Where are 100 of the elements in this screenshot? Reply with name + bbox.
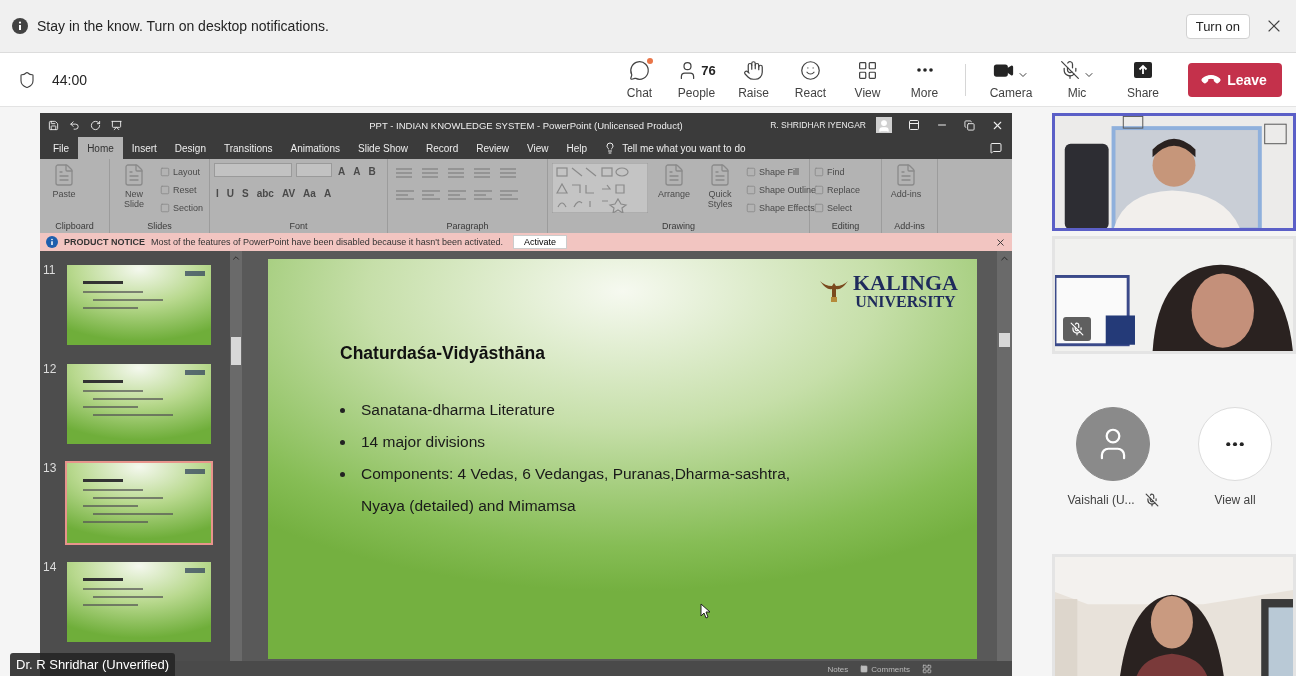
turn-on-button[interactable]: Turn on xyxy=(1185,13,1250,39)
group-label: Editing xyxy=(830,221,861,231)
more-icon xyxy=(916,68,933,72)
square-icon xyxy=(814,203,824,213)
ribbon-tab[interactable]: Design xyxy=(165,137,215,159)
user-name: R. SHRIDHAR IYENGAR xyxy=(770,120,866,130)
close-icon xyxy=(995,236,1006,248)
undo-icon xyxy=(69,119,80,131)
ribbon-button[interactable]: Find xyxy=(814,163,861,181)
slide-number: 11 xyxy=(42,263,57,279)
view-icon xyxy=(922,664,932,674)
notice-title: PRODUCT NOTICE xyxy=(64,237,145,247)
chat-button[interactable]: Chat xyxy=(611,59,668,100)
info-icon xyxy=(12,18,28,34)
slide-thumbnail[interactable] xyxy=(65,560,213,644)
ribbon-button[interactable]: Shape Outline xyxy=(746,181,817,199)
redo-icon xyxy=(90,119,101,131)
presentation-icon xyxy=(111,119,122,131)
share-button[interactable]: Share xyxy=(1110,59,1176,100)
ribbon-tab[interactable]: Home xyxy=(78,137,123,159)
format-button[interactable]: abc xyxy=(254,185,276,201)
more-button[interactable]: More xyxy=(896,59,953,100)
group-label: Add-ins xyxy=(893,221,926,231)
group-label: Paragraph xyxy=(445,221,490,231)
slide-thumbnail[interactable] xyxy=(65,362,213,446)
slide-thumbnail[interactable] xyxy=(65,461,213,545)
ribbon-button[interactable]: Section xyxy=(160,199,204,217)
format-button[interactable]: AV xyxy=(279,185,298,201)
ribbon-tab[interactable]: Review xyxy=(467,137,519,159)
react-button[interactable]: React xyxy=(782,59,839,100)
format-button[interactable]: B xyxy=(366,163,378,179)
ribbon-button[interactable]: Shape Fill xyxy=(746,163,817,181)
grid-icon xyxy=(857,59,878,81)
scroll-thumb[interactable] xyxy=(231,337,241,365)
restore-icon xyxy=(964,119,975,131)
page-icon xyxy=(52,163,76,187)
slide-title: Chaturdaśa-Vidyāsthāna xyxy=(340,343,546,365)
ribbon-button[interactable]: Layout xyxy=(160,163,204,181)
window-title: PPT - INDIAN KNOWLEDGE SYSTEM - PowerPoint (Unlicensed Product) xyxy=(369,119,683,131)
page-icon xyxy=(894,163,918,187)
slide-thumbnail[interactable] xyxy=(65,263,213,347)
square-icon xyxy=(746,185,756,195)
ribbon-button[interactable]: New Slide xyxy=(114,163,154,217)
group-label: Slides xyxy=(146,221,173,231)
mic-off-icon xyxy=(1070,322,1084,336)
comment-box-icon xyxy=(860,665,869,673)
group-label: Clipboard xyxy=(54,221,95,231)
ribbon-button[interactable]: Arrange xyxy=(654,163,694,217)
raise-button[interactable]: Raise xyxy=(725,59,782,100)
scroll-thumb[interactable] xyxy=(999,333,1010,347)
square-icon xyxy=(746,203,756,213)
ribbon-tab[interactable]: Animations xyxy=(281,137,349,159)
smiley-icon xyxy=(800,59,821,81)
format-button[interactable]: A xyxy=(321,185,334,201)
mic-button[interactable]: Mic xyxy=(1044,59,1110,100)
activate-button[interactable]: Activate xyxy=(512,235,567,249)
slide-number: 14 xyxy=(42,560,58,576)
slide-number: 12 xyxy=(42,362,58,378)
ribbon-button[interactable]: Quick Styles xyxy=(700,163,740,217)
ribbon-tab[interactable]: View xyxy=(518,137,558,159)
ribbon-button[interactable]: Replace xyxy=(814,181,861,199)
ribbon-button[interactable]: Select xyxy=(814,199,861,217)
info-icon xyxy=(46,236,58,248)
notification-text: Stay in the know. Turn on desktop notifications. xyxy=(37,18,329,34)
logo-title: KALINGA xyxy=(852,273,958,294)
format-button[interactable]: A xyxy=(351,163,363,179)
ribbon-tab[interactable]: Help xyxy=(557,137,597,159)
tell-me-field[interactable]: Tell me what you want to do xyxy=(622,142,746,154)
ribbon-tab[interactable]: Record xyxy=(417,137,468,159)
format-button[interactable]: Aa xyxy=(301,185,318,201)
ribbon-tab[interactable]: Transitions xyxy=(214,137,282,159)
cursor-icon xyxy=(700,603,711,619)
ribbon-button[interactable]: Paste xyxy=(44,163,84,217)
ribbon-tab[interactable]: Insert xyxy=(122,137,166,159)
group-label: Drawing xyxy=(661,221,696,231)
people-button[interactable]: 76 People xyxy=(668,59,725,100)
format-button[interactable]: U xyxy=(224,185,236,201)
format-button[interactable]: I xyxy=(214,185,221,201)
format-button[interactable]: S xyxy=(240,185,251,201)
format-button[interactable]: A xyxy=(336,163,348,179)
page-icon xyxy=(122,163,146,187)
square-icon xyxy=(814,167,824,177)
bullet-text: Components: 4 Vedas, 6 Vedangas, Puranas,Dharma-sashtra, Nyaya (detailed) and Mimamsa xyxy=(361,464,792,517)
ribbon-button[interactable]: Reset xyxy=(160,181,204,199)
ribbon-tab[interactable]: Slide Show xyxy=(349,137,417,159)
leave-button[interactable]: Leave xyxy=(1188,62,1282,97)
camera-button[interactable]: Camera xyxy=(978,59,1044,100)
group-label: Font xyxy=(288,221,309,231)
square-icon xyxy=(160,203,170,213)
participant-count: 76 xyxy=(701,62,716,78)
notes-button[interactable]: Notes xyxy=(827,664,849,674)
ribbon-button[interactable]: Add-ins xyxy=(886,163,926,217)
ribbon-button[interactable]: Shape Effects xyxy=(746,199,817,217)
comments-button[interactable]: Comments xyxy=(860,664,910,674)
page-icon xyxy=(662,163,686,187)
more-icon xyxy=(1226,441,1244,447)
view-button[interactable]: View xyxy=(839,59,896,100)
ribbon-tab[interactable]: File xyxy=(44,137,79,159)
shield-icon xyxy=(18,70,36,89)
slide-number: 13 xyxy=(42,461,58,477)
